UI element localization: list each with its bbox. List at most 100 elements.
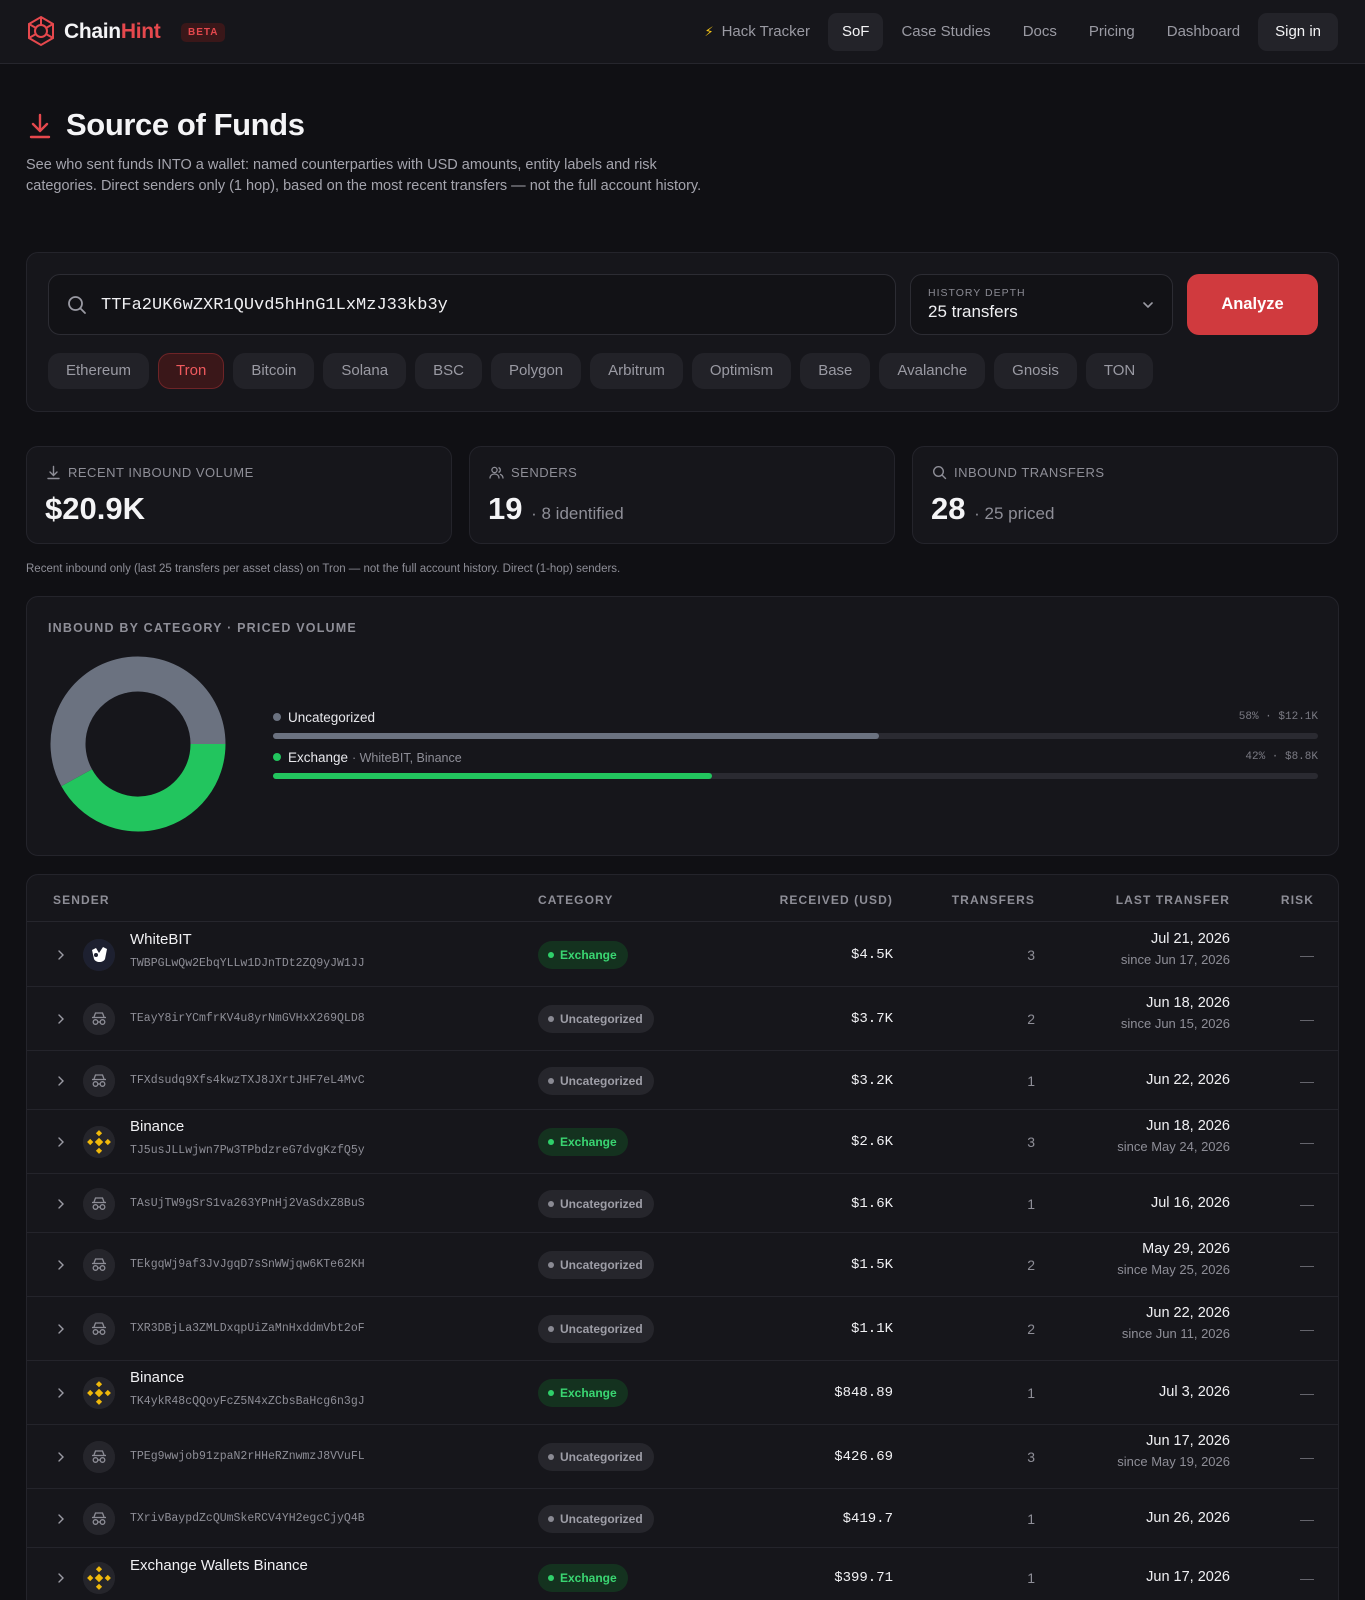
sender-address[interactable]: TFXdsudq9Xfs4kwzTXJ8JXrtJHF7eL4MvC [130, 1074, 365, 1087]
sender-address[interactable]: TAsUjTW9gSrS1va263YPnHj2VaSdxZ8BuS [130, 1197, 365, 1210]
address-input[interactable] [101, 289, 881, 321]
table-row[interactable]: Exchange Wallets Binance Exchange $399.71 1… [27, 1548, 1338, 1600]
chain-arbitrum[interactable]: Arbitrum [590, 353, 683, 389]
chevron-right-icon[interactable] [56, 1573, 66, 1583]
received-amount: $1.6K [850, 1196, 893, 1212]
sender-name[interactable]: WhiteBIT [130, 931, 192, 948]
th-last-transfer[interactable]: LAST TRANSFER [1116, 893, 1230, 907]
page-title: Source of Funds [66, 107, 305, 142]
sender-name[interactable]: Binance [130, 1369, 184, 1386]
th-risk[interactable]: RISK [1281, 893, 1314, 907]
last-transfer-date: Jul 16, 2026 [1150, 1195, 1230, 1211]
nav-hack-tracker[interactable]: ⚡ Hack Tracker [690, 13, 824, 51]
chain-tron[interactable]: Tron [158, 353, 225, 389]
bolt-icon: ⚡ [704, 24, 714, 39]
table-row[interactable]: TEkgqWj9af3JvJgqD7sSnWWjqw6KTe62KH Uncate… [27, 1233, 1338, 1297]
transfer-count: 1 [1027, 1196, 1035, 1212]
nav-dashboard[interactable]: Dashboard [1153, 13, 1254, 51]
th-received[interactable]: RECEIVED (USD) [780, 893, 893, 907]
nav-pricing[interactable]: Pricing [1075, 13, 1149, 51]
transfer-count: 1 [1027, 1073, 1035, 1089]
chain-ton[interactable]: TON [1085, 353, 1154, 389]
stat-volume-label: RECENT INBOUND VOLUME [68, 465, 254, 480]
sender-address[interactable]: TXrivBaypdZcQUmSkeRCV4YH2egcCjyQ4B [130, 1512, 365, 1525]
table-row[interactable]: TXR3DBjLa3ZMLDxqpUiZaMnHxddmVbt2oF Uncate… [27, 1297, 1338, 1361]
analyze-button[interactable]: Analyze [1187, 274, 1318, 335]
risk-value: — [1300, 1570, 1314, 1586]
category-badge: Exchange [538, 941, 628, 969]
chain-bsc[interactable]: BSC [415, 353, 482, 389]
chevron-right-icon[interactable] [56, 1388, 66, 1398]
category-bar-fill [273, 773, 712, 779]
chevron-right-icon[interactable] [56, 1137, 66, 1147]
search-box[interactable] [48, 274, 896, 335]
last-transfer-date: Jun 26, 2026 [1146, 1510, 1230, 1526]
sender-name[interactable]: Exchange Wallets Binance [130, 1557, 308, 1574]
table-row[interactable]: WhiteBIT TWBPGLwQw2EbqYLLw1DJnTDt2ZQ9yJW1… [27, 923, 1338, 987]
chevron-right-icon[interactable] [56, 950, 66, 960]
table-row[interactable]: TFXdsudq9Xfs4kwzTXJ8JXrtJHF7eL4MvC Uncate… [27, 1051, 1338, 1110]
category-title: INBOUND BY CATEGORY · PRICED VOLUME [48, 621, 357, 635]
chevron-right-icon[interactable] [56, 1199, 66, 1209]
table-row[interactable]: Binance TK4ykR48cQQoyFcZ5N4xZCbsBaHcg6n3g… [27, 1361, 1338, 1425]
top-nav: ChainHint BETA ⚡ Hack Tracker SoF Case St… [0, 0, 1365, 64]
chevron-right-icon[interactable] [56, 1076, 66, 1086]
sender-address[interactable]: TK4ykR48cQQoyFcZ5N4xZCbsBaHcg6n3gJ [130, 1395, 365, 1408]
chain-polygon[interactable]: Polygon [490, 353, 582, 389]
chainhint-logo-icon[interactable] [24, 14, 58, 48]
table-row[interactable]: TAsUjTW9gSrS1va263YPnHj2VaSdxZ8BuS Uncate… [27, 1174, 1338, 1233]
chevron-right-icon[interactable] [56, 1014, 66, 1024]
sender-address[interactable]: TJ5usJLLwjwn7Pw3TPbdzreG7dvgKzfQ5y [130, 1144, 365, 1157]
sender-address[interactable]: TWBPGLwQw2EbqYLLw1DJnTDt2ZQ9yJW1JJ [130, 957, 365, 970]
stat-senders-sub: · 8 identified [531, 504, 624, 523]
table-row[interactable]: TEayY8irYCmfrKV4u8yrNmGVHxX269QLD8 Uncate… [27, 987, 1338, 1051]
search-icon [68, 296, 86, 314]
th-transfers[interactable]: TRANSFERS [952, 893, 1035, 907]
history-depth-select[interactable]: HISTORY DEPTH 25 transfers [910, 274, 1173, 335]
category-name: Exchange [288, 750, 349, 765]
table-row[interactable]: TXrivBaypdZcQUmSkeRCV4YH2egcCjyQ4B Uncate… [27, 1489, 1338, 1548]
brand-name[interactable]: ChainHint [64, 20, 161, 44]
incognito-icon [83, 1188, 115, 1220]
chevron-right-icon[interactable] [56, 1260, 66, 1270]
sender-address[interactable]: TEayY8irYCmfrKV4u8yrNmGVHxX269QLD8 [130, 1012, 365, 1025]
category-badge: Uncategorized [538, 1190, 654, 1218]
incognito-icon [83, 1249, 115, 1281]
sign-in-button[interactable]: Sign in [1258, 13, 1338, 51]
transfer-count: 2 [1027, 1011, 1035, 1027]
received-amount: $4.5K [850, 947, 893, 963]
chain-bitcoin[interactable]: Bitcoin [233, 353, 315, 389]
chevron-right-icon[interactable] [56, 1324, 66, 1334]
nav-case-studies[interactable]: Case Studies [887, 13, 1004, 51]
th-category[interactable]: CATEGORY [538, 893, 613, 907]
binance-logo-icon [83, 1377, 115, 1409]
chain-optimism[interactable]: Optimism [691, 353, 792, 389]
chevron-right-icon[interactable] [56, 1514, 66, 1524]
category-pct: 42% · $8.8K [1245, 751, 1318, 763]
download-icon [47, 465, 60, 480]
received-amount: $419.7 [842, 1511, 893, 1527]
risk-value: — [1300, 1321, 1314, 1337]
received-amount: $3.7K [850, 1011, 893, 1027]
stat-transfers-label: INBOUND TRANSFERS [954, 465, 1105, 480]
th-sender[interactable]: SENDER [53, 893, 110, 907]
chevron-right-icon[interactable] [56, 1452, 66, 1462]
table-row[interactable]: TPEg9wwjob91zpaN2rHHeRZnwmzJ8VVuFL Uncate… [27, 1425, 1338, 1489]
sender-name[interactable]: Binance [130, 1118, 184, 1135]
chain-avalanche[interactable]: Avalanche [879, 353, 986, 389]
category-badge: Uncategorized [538, 1505, 654, 1533]
chain-gnosis[interactable]: Gnosis [994, 353, 1077, 389]
risk-value: — [1300, 1011, 1314, 1027]
sender-address[interactable]: TPEg9wwjob91zpaN2rHHeRZnwmzJ8VVuFL [130, 1450, 365, 1463]
nav-docs[interactable]: Docs [1009, 13, 1071, 51]
received-amount: $399.71 [834, 1570, 893, 1586]
sender-address[interactable]: TXR3DBjLa3ZMLDxqpUiZaMnHxddmVbt2oF [130, 1322, 365, 1335]
last-transfer-date: Jun 18, 2026 [1146, 1118, 1230, 1134]
chain-base[interactable]: Base [800, 353, 871, 389]
table-row[interactable]: Binance TJ5usJLLwjwn7Pw3TPbdzreG7dvgKzfQ5… [27, 1110, 1338, 1174]
chain-solana[interactable]: Solana [323, 353, 407, 389]
risk-value: — [1300, 1134, 1314, 1150]
sender-address[interactable]: TEkgqWj9af3JvJgqD7sSnWWjqw6KTe62KH [130, 1258, 365, 1271]
nav-sof[interactable]: SoF [827, 13, 884, 51]
chain-ethereum[interactable]: Ethereum [48, 353, 150, 389]
